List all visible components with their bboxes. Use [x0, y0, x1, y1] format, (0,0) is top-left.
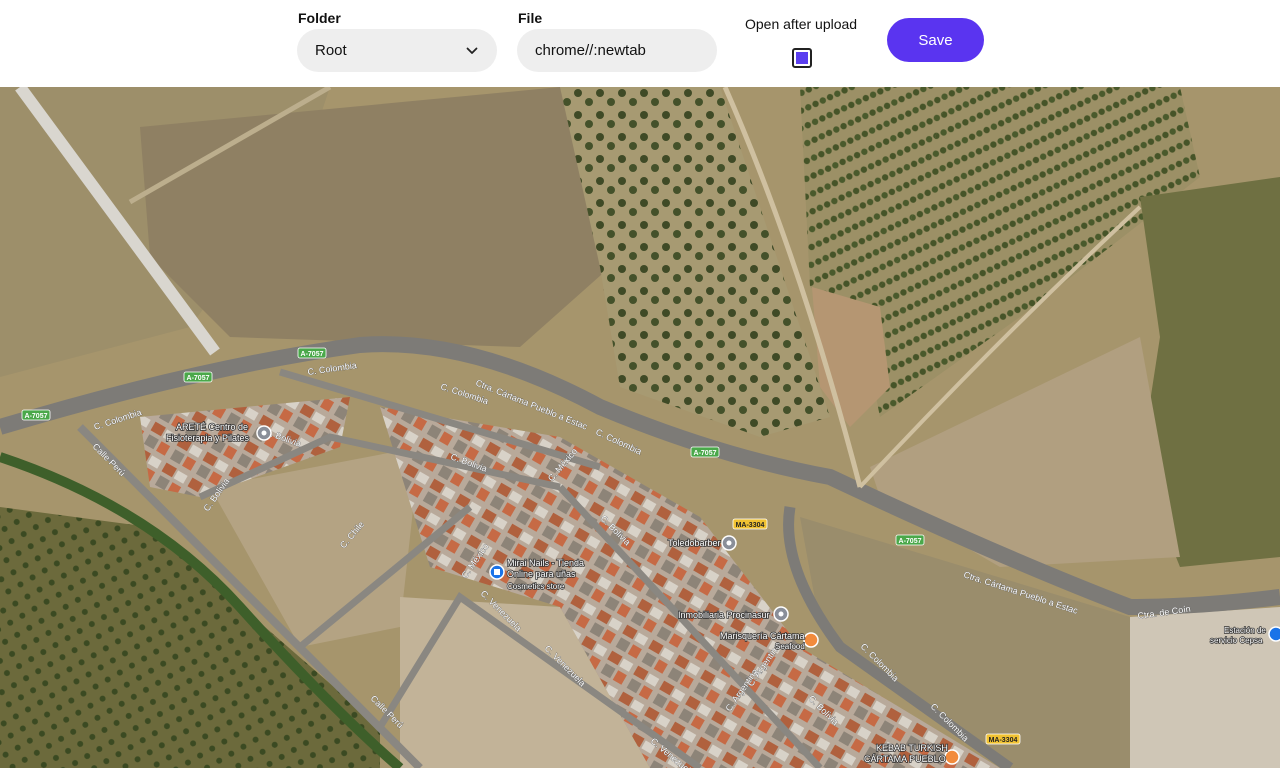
svg-text:A-7057: A-7057	[899, 538, 922, 545]
poi-label-line: CÁRTAMA PUEBLO	[864, 754, 946, 764]
folder-select-value: Root	[315, 42, 347, 59]
open-after-upload-checkbox[interactable]	[792, 48, 812, 68]
open-after-upload-label: Open after upload	[745, 16, 858, 32]
poi-label: ARETÉ Centro de Fisioterapia y Pilates	[166, 422, 251, 443]
route-shield: A-7057	[895, 534, 925, 546]
upload-toolbar: Folder Root File Open after upload Save	[0, 0, 1280, 87]
poi-kebab[interactable]: KEBAB TURKISH CÁRTAMA PUEBLO	[863, 742, 960, 765]
map-canvas: C. Colombia Ctra. Cártama Pueblo a Estac…	[0, 87, 1280, 768]
poi-toledobarber[interactable]: Toledobarber	[667, 535, 737, 551]
svg-text:A-7057: A-7057	[187, 375, 210, 382]
poi-label-line: Online para uñas	[507, 569, 576, 579]
poi-label: KEBAB TURKISH CÁRTAMA PUEBLO	[864, 743, 950, 764]
field-area	[140, 87, 610, 347]
route-shield: A-7057	[21, 409, 51, 421]
restaurant-icon	[803, 632, 819, 648]
svg-text:A-7057: A-7057	[25, 413, 48, 420]
route-shield: A-7057	[297, 347, 327, 359]
gas-station-icon	[1268, 626, 1280, 642]
poi-label: Mirai Nails - Tienda Online para uñas	[507, 558, 587, 579]
poi-label-line: KEBAB TURKISH	[876, 743, 948, 753]
poi-sublabel: Seafood	[775, 642, 805, 651]
file-input[interactable]	[517, 29, 717, 72]
svg-text:MA-3304: MA-3304	[736, 522, 765, 529]
file-label: File	[518, 10, 543, 26]
chevron-down-icon	[465, 44, 479, 58]
poi-sublabel: Cosmetics store	[507, 582, 565, 591]
route-shield: A-7057	[690, 446, 720, 458]
route-shield: MA-3304	[732, 518, 768, 530]
satellite-map[interactable]: C. Colombia Ctra. Cártama Pueblo a Estac…	[0, 87, 1280, 768]
folder-select[interactable]: Root	[297, 29, 497, 72]
poi-label: Inmobiliaria Procinasur	[678, 610, 770, 620]
poi-label: Marisquería Cártama	[720, 631, 805, 641]
folder-label: Folder	[298, 10, 341, 26]
poi-label-line: Estación de	[1224, 626, 1266, 635]
route-shield: A-7057	[183, 371, 213, 383]
checkbox-checked-indicator	[796, 52, 808, 64]
save-button[interactable]: Save	[887, 18, 984, 62]
poi-label-line: Fisioterapia y Pilates	[166, 433, 250, 443]
route-shield: MA-3304	[985, 733, 1021, 745]
poi-label-line: servicio Cepsa	[1210, 636, 1263, 645]
poi-label-line: ARETÉ Centro de	[176, 422, 248, 432]
svg-text:A-7057: A-7057	[694, 450, 717, 457]
svg-text:A-7057: A-7057	[301, 351, 324, 358]
svg-text:MA-3304: MA-3304	[989, 737, 1018, 744]
poi-label-line: Mirai Nails - Tienda	[507, 558, 584, 568]
poi-label: Toledobarber	[668, 538, 721, 548]
